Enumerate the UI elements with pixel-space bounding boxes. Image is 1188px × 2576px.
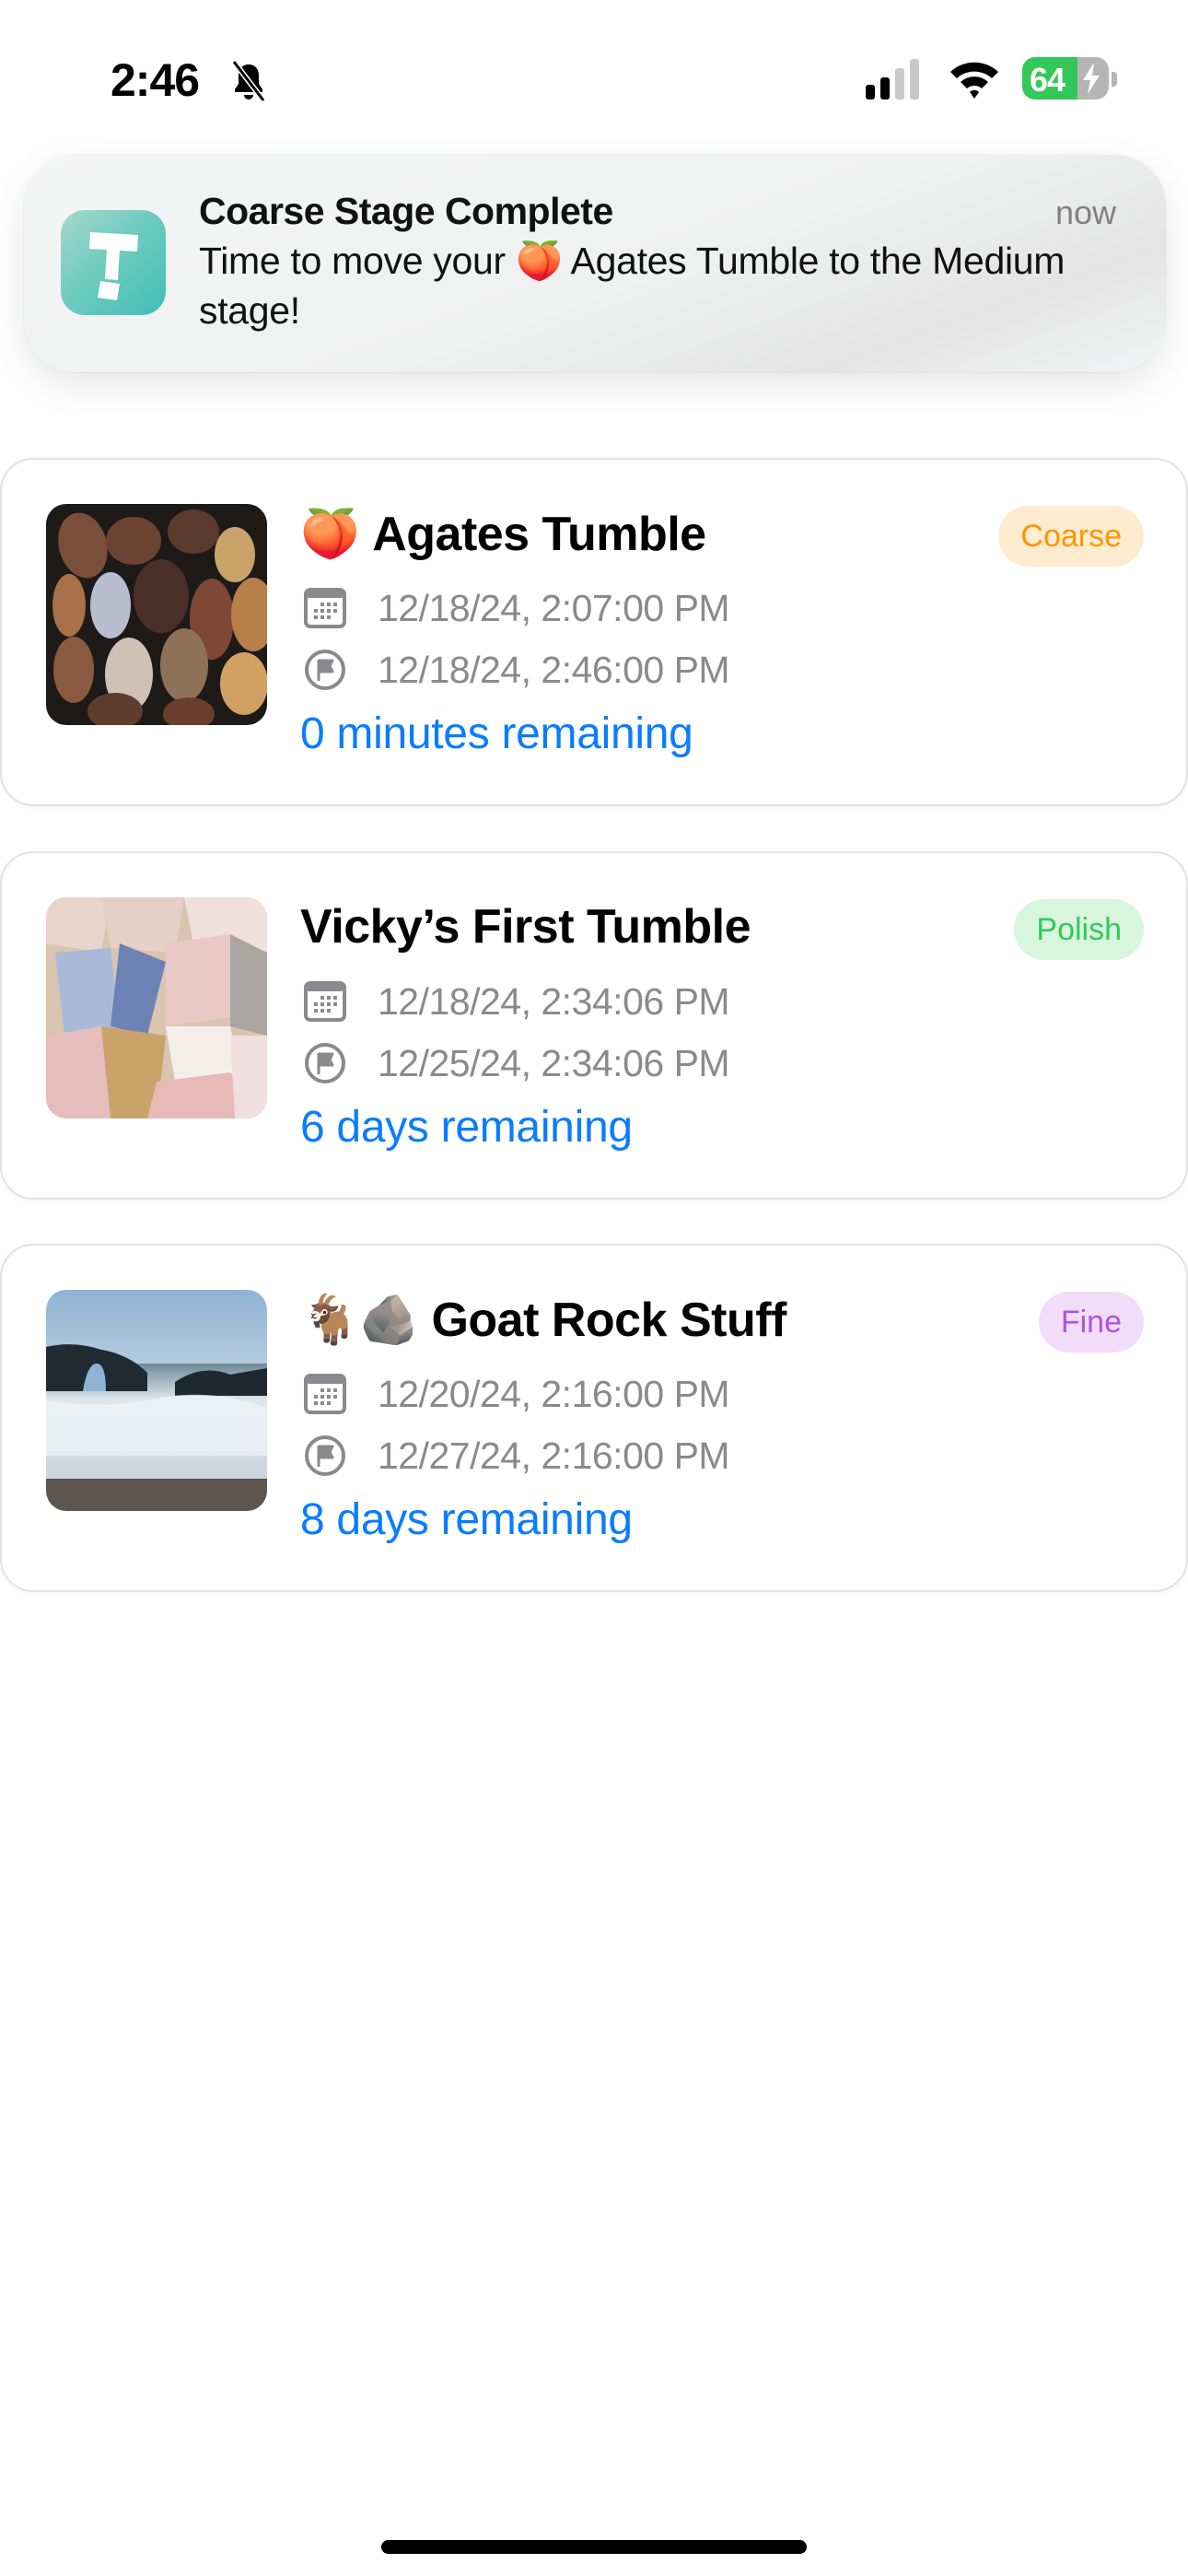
battery-indicator: 64 <box>1022 57 1109 100</box>
stage-badge: Polish <box>1014 899 1144 960</box>
stage-badge: Coarse <box>998 506 1144 567</box>
flag-circle-icon <box>305 1043 345 1083</box>
start-date: 12/18/24, 2:34:06 PM <box>378 979 730 1023</box>
end-date-row: 12/27/24, 2:16:00 PM <box>304 1433 730 1479</box>
calendar-icon <box>304 981 346 1022</box>
battery-nub <box>1112 72 1117 87</box>
tumble-title: 🐐🪨 Goat Rock Stuff <box>300 1292 786 1348</box>
notification-banner[interactable]: Coarse Stage Complete now Time to move y… <box>24 155 1166 372</box>
start-date: 12/20/24, 2:16:00 PM <box>378 1372 730 1415</box>
end-date: 12/18/24, 2:46:00 PM <box>378 648 730 691</box>
wifi-icon <box>950 62 998 99</box>
tumble-app-icon <box>61 210 166 315</box>
tumble-emoji: 🐐🪨 <box>300 1294 419 1347</box>
notification-body: Time to move your 🍑 Agates Tumble to the… <box>199 240 1066 332</box>
calendar-icon <box>304 1374 346 1414</box>
cellular-signal-icon <box>866 59 919 100</box>
start-date: 12/18/24, 2:07:00 PM <box>378 586 730 629</box>
time-remaining: 0 minutes remaining <box>300 709 693 758</box>
tumble-name: Vicky’s First Tumble <box>300 900 751 954</box>
tumble-title: Vicky’s First Tumble <box>300 899 751 954</box>
tumble-card[interactable]: 🐐🪨 Goat Rock Stuff Fine 12/20/24, 2:16:0… <box>0 1244 1188 1592</box>
tumble-name: Goat Rock Stuff <box>431 1294 786 1347</box>
start-date-row: 12/18/24, 2:07:00 PM <box>304 585 730 631</box>
start-date-row: 12/20/24, 2:16:00 PM <box>304 1371 730 1417</box>
bell-slash-icon <box>231 60 266 102</box>
charging-bolt-icon <box>1083 63 1100 94</box>
time-remaining: 8 days remaining <box>300 1495 633 1544</box>
flag-circle-icon <box>305 1435 345 1476</box>
end-date-row: 12/18/24, 2:46:00 PM <box>304 647 730 693</box>
rough-quartz-photo <box>46 897 267 1118</box>
calendar-icon <box>304 588 346 628</box>
tumble-card[interactable]: Vicky’s First Tumble Polish 12/18/24, 2:… <box>0 851 1188 1200</box>
status-time: 2:46 <box>111 54 200 106</box>
home-indicator[interactable] <box>381 2540 807 2554</box>
tumble-emoji: 🍑 <box>300 508 360 561</box>
stage-badge: Fine <box>1038 1292 1144 1352</box>
battery-percent: 64 <box>1030 61 1066 99</box>
end-date: 12/25/24, 2:34:06 PM <box>378 1041 730 1084</box>
notification-time: now <box>1054 193 1116 231</box>
status-bar: 2:46 64 <box>0 0 1188 157</box>
agate-stones-photo <box>46 504 267 725</box>
time-remaining: 6 days remaining <box>300 1103 633 1152</box>
start-date-row: 12/18/24, 2:34:06 PM <box>304 978 730 1025</box>
goat-rock-beach-photo <box>46 1290 267 1511</box>
tumble-title: 🍑 Agates Tumble <box>300 506 706 562</box>
end-date: 12/27/24, 2:16:00 PM <box>378 1434 730 1477</box>
notification-title: Coarse Stage Complete <box>199 190 613 232</box>
flag-circle-icon <box>305 650 345 690</box>
end-date-row: 12/25/24, 2:34:06 PM <box>304 1040 730 1086</box>
tumble-name: Agates Tumble <box>372 508 706 561</box>
tumble-card[interactable]: 🍑 Agates Tumble Coarse 12/18/24, 2:07:00… <box>0 458 1188 806</box>
